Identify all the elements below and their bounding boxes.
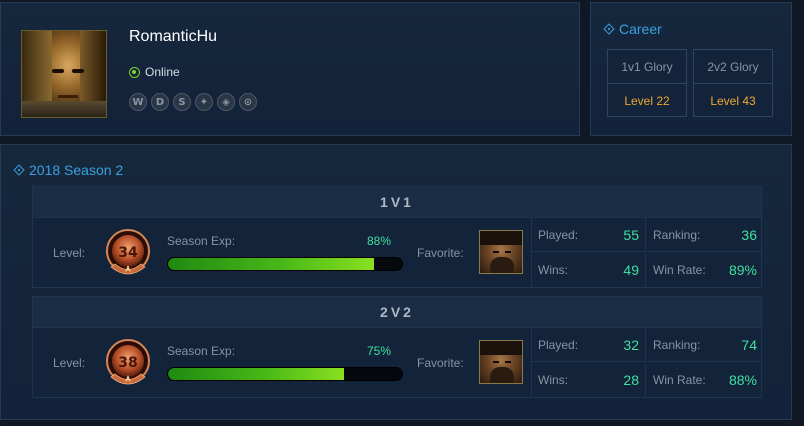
- stat-played: Played: 55: [532, 218, 646, 252]
- stat-label: Ranking:: [653, 227, 701, 242]
- glory-1v1[interactable]: 1v1 Glory Level 22: [607, 49, 687, 117]
- exp-progress-bar: [167, 257, 403, 271]
- stat-value: 28: [623, 372, 639, 388]
- profile-panel: RomanticHu Online W D S ✦ ◈ ⊙: [0, 2, 580, 136]
- warcraft-icon[interactable]: W: [129, 93, 147, 111]
- exp-label: Season Exp:: [167, 234, 236, 248]
- stat-value: 55: [623, 226, 639, 243]
- heroes-icon[interactable]: ✦: [195, 93, 213, 111]
- career-title-label: Career: [619, 21, 662, 37]
- season-panel: 2018 Season 2 1V1 Level: 34 Season Exp: …: [0, 144, 792, 420]
- stat-value: 74: [741, 336, 757, 353]
- online-status-label: Online: [145, 65, 180, 79]
- stat-label: Win Rate:: [653, 263, 706, 277]
- exp-percent: 88%: [367, 234, 392, 248]
- profile-avatar[interactable]: [21, 30, 107, 118]
- overwatch-icon[interactable]: ⊙: [239, 93, 257, 111]
- stat-played: Played: 32: [532, 328, 646, 362]
- career-title: Career: [603, 21, 662, 37]
- mode-header: 2V2: [33, 297, 761, 328]
- glory-2v2[interactable]: 2v2 Glory Level 43: [693, 49, 773, 117]
- favorite-label: Favorite:: [417, 356, 464, 370]
- exp-progress-bar: [167, 367, 403, 381]
- stat-wins: Wins: 49: [532, 253, 646, 287]
- glory-level: Level 22: [624, 93, 670, 108]
- starcraft-icon[interactable]: S: [173, 93, 191, 111]
- exp-percent: 75%: [367, 344, 392, 358]
- glory-label: 2v2 Glory: [694, 50, 772, 84]
- level-badge-icon: 38: [106, 339, 150, 385]
- stat-value: 89%: [728, 262, 757, 278]
- online-status-icon: [129, 66, 140, 78]
- level-label: Level:: [53, 246, 86, 260]
- level-badge: 38: [101, 337, 155, 391]
- stat-value: 88%: [728, 372, 757, 388]
- exp-label: Season Exp:: [167, 344, 236, 358]
- mode-block-2v2: 2V2 Level: 38 Season Exp: 75% Favorite: …: [32, 296, 763, 398]
- exp-progress-fill: [168, 368, 344, 380]
- stat-winrate: Win Rate: 88%: [647, 363, 763, 397]
- level-badge: 34: [101, 227, 155, 281]
- stat-value: 32: [623, 336, 639, 353]
- stat-label: Wins:: [538, 263, 568, 277]
- stat-wins: Wins: 28: [532, 363, 646, 397]
- stat-label: Played:: [538, 337, 579, 352]
- level-badge-icon: 34: [106, 229, 150, 275]
- career-panel: Career 1v1 Glory Level 22 2v2 Glory Leve…: [590, 2, 792, 136]
- stat-label: Ranking:: [653, 337, 701, 352]
- season-title-label: 2018 Season 2: [29, 162, 124, 178]
- level-value: 34: [118, 245, 138, 261]
- glory-label: 1v1 Glory: [608, 50, 686, 84]
- glory-level: Level 43: [710, 93, 756, 108]
- stat-value: 49: [623, 262, 639, 278]
- mode-block-1v1: 1V1 Level: 34 Season Exp: 88% Favorite: …: [32, 186, 763, 288]
- mode-header: 1V1: [33, 187, 761, 218]
- stat-ranking: Ranking: 74: [647, 328, 763, 362]
- stat-label: Wins:: [538, 373, 568, 387]
- level-label: Level:: [53, 356, 86, 370]
- season-title: 2018 Season 2: [13, 162, 124, 178]
- favorite-hero-portrait[interactable]: [479, 340, 523, 384]
- stats-grid: Played: 55 Ranking: 36 Wins: 49 Win Rate…: [531, 218, 763, 288]
- diamond-icon: [13, 164, 25, 176]
- stats-grid: Played: 32 Ranking: 74 Wins: 28 Win Rate…: [531, 328, 763, 398]
- stat-label: Win Rate:: [653, 373, 706, 387]
- favorite-hero-portrait[interactable]: [479, 230, 523, 274]
- exp-progress-fill: [168, 258, 374, 270]
- level-value: 38: [118, 355, 137, 371]
- hearthstone-icon[interactable]: ◈: [217, 93, 235, 111]
- online-status: Online: [129, 65, 180, 79]
- stat-label: Played:: [538, 227, 579, 242]
- stat-value: 36: [741, 226, 757, 243]
- stat-winrate: Win Rate: 89%: [647, 253, 763, 287]
- stat-ranking: Ranking: 36: [647, 218, 763, 252]
- game-icons: W D S ✦ ◈ ⊙: [129, 93, 257, 111]
- favorite-label: Favorite:: [417, 246, 464, 260]
- diamond-icon: [603, 23, 615, 35]
- username: RomanticHu: [129, 28, 218, 45]
- diablo-icon[interactable]: D: [151, 93, 169, 111]
